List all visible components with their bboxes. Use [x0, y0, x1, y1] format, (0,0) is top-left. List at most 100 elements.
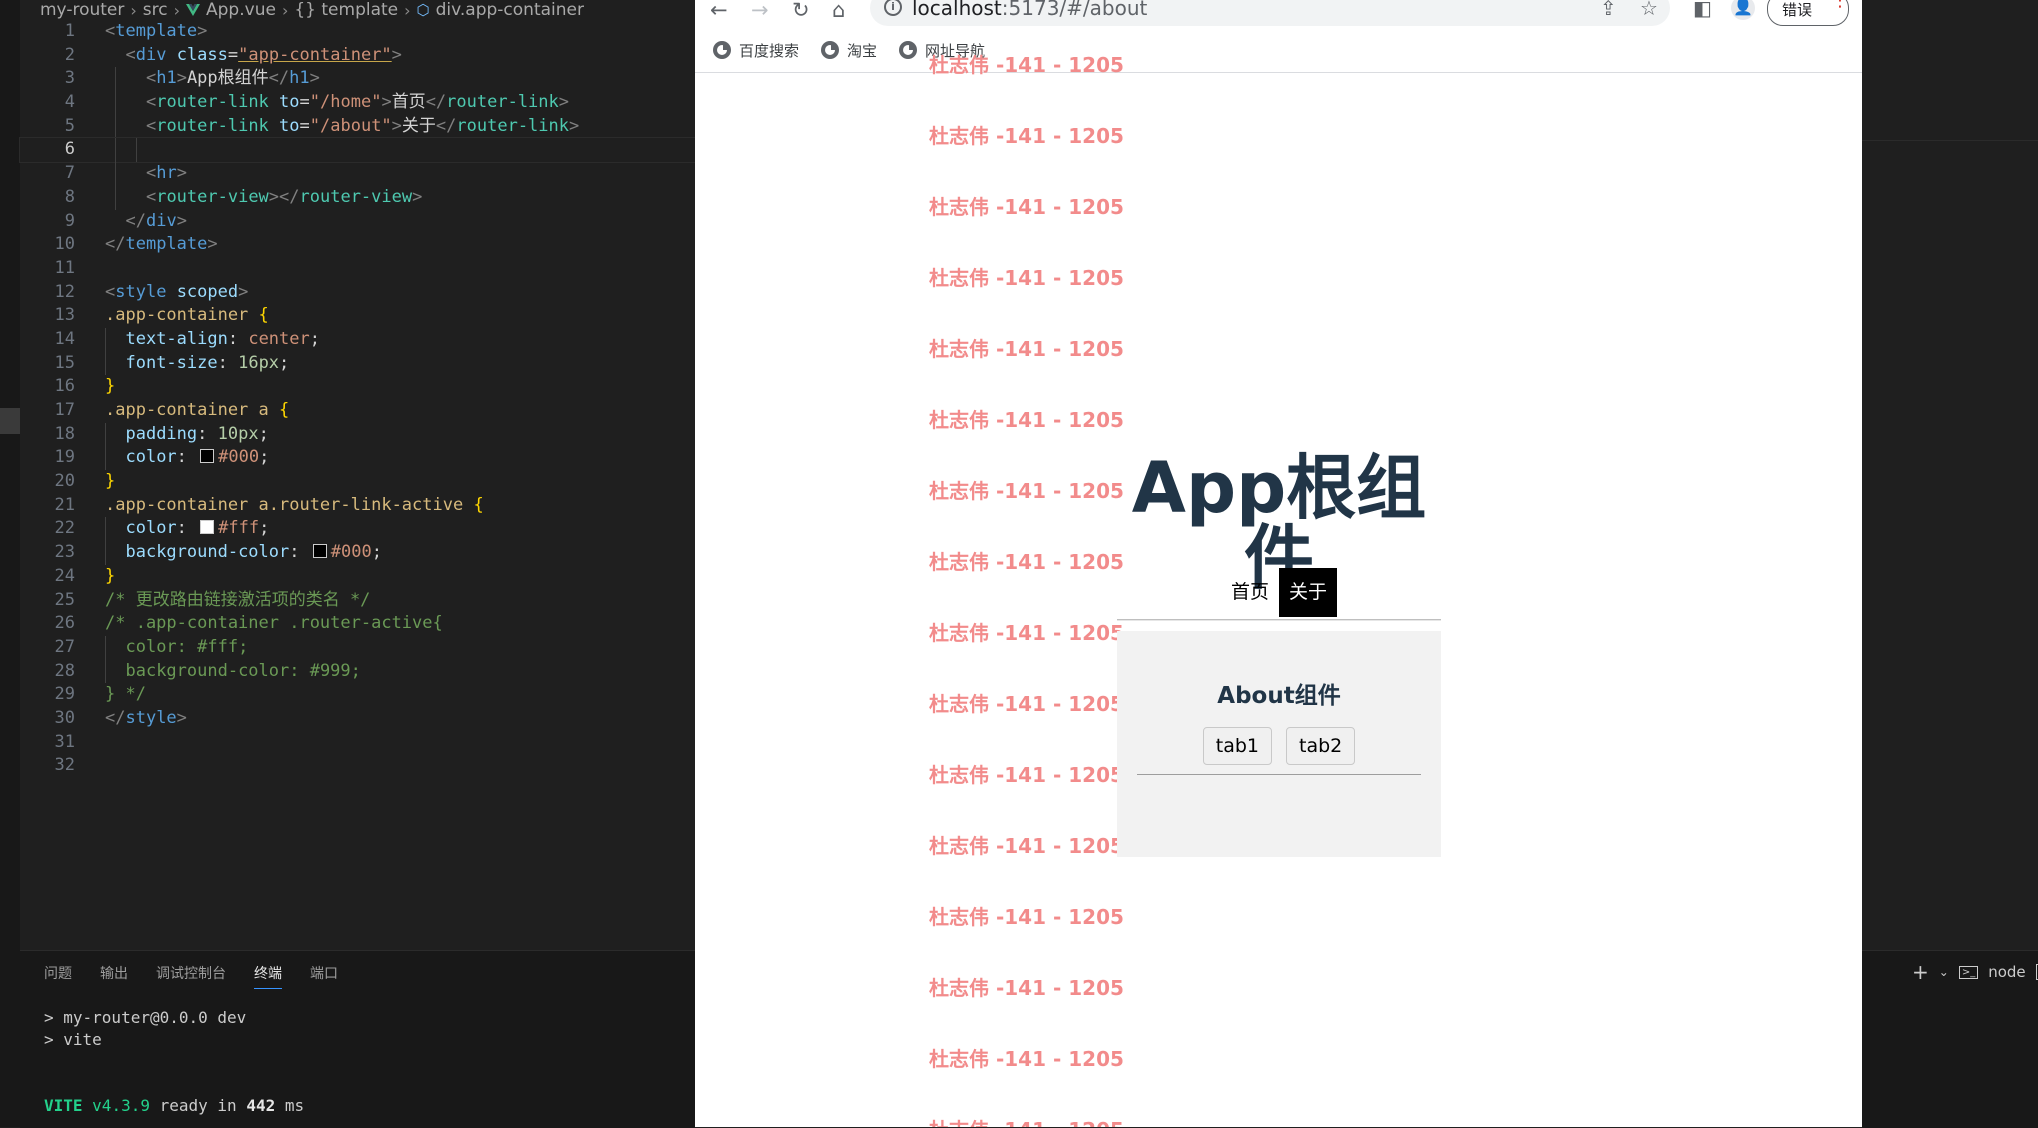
- chevron-down-icon[interactable]: ⌄: [1939, 965, 1949, 979]
- tab-problems[interactable]: 问题: [44, 963, 72, 989]
- breadcrumb-element[interactable]: div.app-container: [436, 0, 584, 20]
- activity-bar: [0, 0, 20, 1127]
- terminal-name[interactable]: node: [1988, 963, 2025, 981]
- watermark-text: 杜志伟 -141 - 1205: [929, 621, 1124, 645]
- code-line[interactable]: 21 .app-container a.router-link-active {: [20, 494, 695, 518]
- line-number: 4: [64, 92, 75, 113]
- code-line[interactable]: 9 </div>: [20, 210, 695, 234]
- profile-icon[interactable]: 👤: [1731, 0, 1755, 20]
- line-number: 25: [54, 589, 75, 610]
- activity-marker[interactable]: [0, 408, 20, 434]
- line-number: 18: [54, 423, 75, 444]
- code-line[interactable]: 26/* .app-container .router-active{: [20, 612, 695, 636]
- code-area[interactable]: 1 <template> 2 <div class="app-container"…: [19, 20, 696, 778]
- line-number: 12: [54, 281, 75, 302]
- code-line[interactable]: 10 </template>: [20, 233, 695, 257]
- code-line[interactable]: 31: [20, 731, 695, 755]
- watermark-text: 杜志伟 -141 - 1205: [929, 266, 1124, 290]
- code-line[interactable]: 20}: [20, 470, 695, 494]
- breadcrumb-src[interactable]: src: [143, 0, 168, 20]
- code-line[interactable]: 11: [20, 257, 695, 281]
- code-line[interactable]: 1 <template>: [20, 20, 695, 44]
- line-number: 17: [54, 400, 75, 420]
- forward-arrow-icon[interactable]: →: [751, 0, 769, 21]
- code-line[interactable]: 23 background-color: #000;: [20, 541, 695, 565]
- share-icon[interactable]: ⇪: [1600, 0, 1617, 20]
- code-line[interactable]: 32: [20, 754, 695, 778]
- watermark-text: 杜志伟 -141 - 1205: [929, 195, 1124, 219]
- code-line[interactable]: 5 <router-link to="/about">关于</router-li…: [20, 114, 695, 139]
- code-line[interactable]: 3 <h1>App根组件</h1>: [20, 67, 695, 92]
- code-line[interactable]: 17 .app-container a {: [20, 399, 695, 423]
- color-swatch[interactable]: [200, 449, 215, 464]
- code-line[interactable]: 25/* 更改路由链接激活项的类名 */: [20, 589, 695, 613]
- line-number: 7: [64, 163, 75, 184]
- tab-ports[interactable]: 端口: [310, 963, 338, 989]
- back-arrow-icon[interactable]: ←: [710, 0, 728, 21]
- reload-icon[interactable]: ↻: [792, 0, 810, 21]
- code-line[interactable]: 30 </style>: [20, 707, 695, 731]
- home-icon[interactable]: ⌂: [832, 0, 845, 21]
- code-line[interactable]: 12 <style scoped>: [20, 281, 695, 305]
- tab1-button[interactable]: tab1: [1202, 727, 1272, 765]
- line-number: 26: [54, 613, 75, 634]
- breadcrumb-folder[interactable]: my-router: [40, 0, 124, 20]
- terminal-icon[interactable]: >_: [1958, 965, 1979, 979]
- line-number: 31: [54, 731, 75, 752]
- color-swatch[interactable]: [200, 520, 215, 535]
- nav-link-about[interactable]: 关于: [1279, 568, 1338, 617]
- code-line[interactable]: 14 text-align: center;: [20, 327, 695, 352]
- code-line[interactable]: 27 color: #fff;: [20, 635, 695, 660]
- about-title: About组件: [1217, 683, 1341, 709]
- code-editor[interactable]: my-router › src › App.vue › {} template …: [0, 0, 696, 1128]
- line-number: 1: [64, 21, 75, 41]
- line-number: 27: [54, 636, 75, 657]
- code-line[interactable]: 4 <router-link to="/home">首页</router-lin…: [20, 91, 695, 115]
- globe-icon: [821, 41, 840, 59]
- url-text[interactable]: localhost:5173/#/about: [912, 0, 1147, 20]
- breadcrumb-template[interactable]: {} template: [294, 0, 398, 20]
- info-icon[interactable]: i: [884, 0, 902, 16]
- tab-output[interactable]: 输出: [100, 963, 128, 989]
- code-line[interactable]: 28 background-color: #999;: [20, 659, 695, 684]
- star-icon[interactable]: ☆: [1640, 0, 1658, 20]
- code-line[interactable]: 29} */: [20, 683, 695, 707]
- bookmark-item[interactable]: 淘宝: [821, 40, 877, 61]
- bookmark-item[interactable]: 百度搜索: [713, 40, 799, 61]
- code-line[interactable]: 13 .app-container {: [20, 304, 695, 328]
- breadcrumb-file[interactable]: App.vue: [206, 0, 276, 20]
- code-line[interactable]: 24}: [20, 565, 695, 589]
- line-number: 29: [54, 684, 75, 705]
- code-line[interactable]: 8 <router-view></router-view>: [20, 185, 695, 210]
- chevron-right-icon: ›: [130, 0, 137, 20]
- code-line[interactable]: 16}: [20, 375, 695, 399]
- watermark-text: 杜志伟 -141 - 1205: [929, 1047, 1124, 1071]
- line-number: 16: [54, 376, 75, 397]
- code-line-active[interactable]: 6: [19, 137, 696, 164]
- divider: [1137, 774, 1421, 775]
- code-line[interactable]: 2 <div class="app-container">: [20, 44, 695, 68]
- side-panel-icon[interactable]: ◧: [1693, 0, 1712, 18]
- code-line[interactable]: 18 padding: 10px;: [20, 422, 695, 447]
- chevron-right-icon: ›: [404, 0, 411, 20]
- about-component: About组件 tab1 tab2: [1117, 631, 1441, 857]
- code-line[interactable]: 19 color: #000;: [20, 446, 695, 471]
- menu-dots-icon[interactable]: ⋮: [1831, 0, 1849, 10]
- line-number: 24: [54, 565, 75, 586]
- tab-debug-console[interactable]: 调试控制台: [156, 963, 226, 989]
- code-line[interactable]: 15 font-size: 16px;: [20, 351, 695, 376]
- terminal-output[interactable]: > my-router@0.0.0 dev > vite VITE v4.3.9…: [44, 1007, 304, 1117]
- watermark-text: 杜志伟 -141 - 1205: [929, 408, 1124, 432]
- line-number: 20: [54, 471, 75, 492]
- code-line[interactable]: 22 color: #fff;: [20, 517, 695, 542]
- code-line[interactable]: 7 <hr>: [20, 162, 695, 186]
- address-bar[interactable]: i localhost:5173/#/about ⇪ ☆: [870, 0, 1670, 26]
- tab2-button[interactable]: tab2: [1286, 727, 1356, 765]
- line-number: 14: [54, 328, 75, 349]
- plus-icon[interactable]: +: [1912, 960, 1929, 984]
- line-number: 8: [64, 186, 75, 207]
- color-swatch[interactable]: [312, 544, 327, 559]
- nav-link-home[interactable]: 首页: [1221, 568, 1279, 617]
- tab-terminal[interactable]: 终端: [254, 963, 282, 989]
- page-viewport: 杜志伟 -141 - 1205 杜志伟 -141 - 1205 杜志伟 -141 -…: [695, 53, 1862, 1127]
